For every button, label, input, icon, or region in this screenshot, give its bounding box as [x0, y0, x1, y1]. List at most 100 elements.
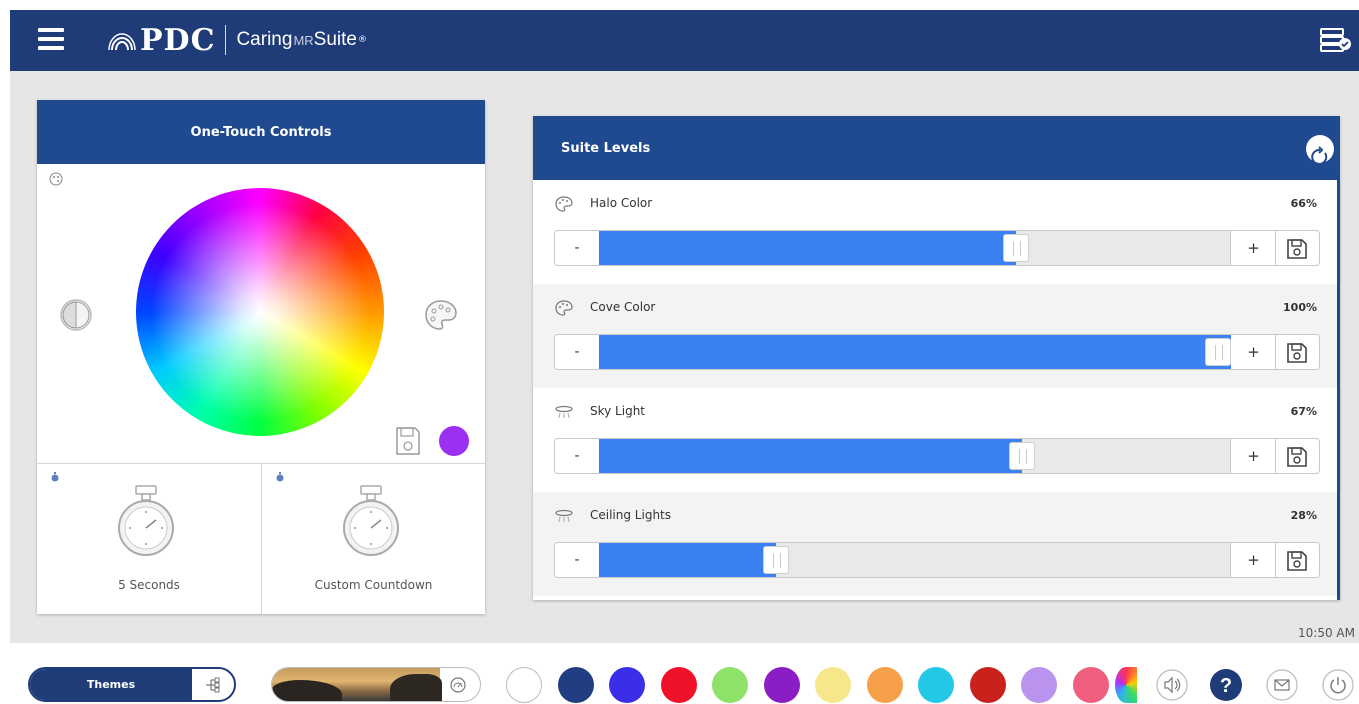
- save-icon[interactable]: [1285, 445, 1309, 469]
- tree-icon: [206, 677, 220, 693]
- slider-handle[interactable]: [1009, 442, 1035, 470]
- app-logo: PDC Caring MR Suite ®: [108, 20, 367, 60]
- power-icon[interactable]: [1322, 669, 1354, 701]
- stopwatch-icon: [118, 485, 174, 556]
- timer-section: 5 Seconds Custom Countdown: [37, 463, 485, 614]
- slider-track[interactable]: [599, 543, 1231, 577]
- svg-text:?: ?: [1220, 675, 1232, 697]
- color-swatch[interactable]: [558, 667, 594, 703]
- level-slider: - +: [554, 542, 1320, 578]
- rainbow-swatch[interactable]: [1115, 667, 1137, 703]
- logo-suite: Suite: [313, 29, 357, 50]
- level-slider: - +: [554, 334, 1320, 370]
- color-swatch[interactable]: [970, 667, 1006, 703]
- slider-fill: [599, 335, 1231, 369]
- pdc-logo-icon: [108, 33, 136, 51]
- color-swatch[interactable]: [506, 667, 542, 703]
- timer-5-seconds[interactable]: 5 Seconds: [37, 464, 261, 614]
- color-swatch[interactable]: [661, 667, 697, 703]
- level-row: Cove Color 100% - +: [533, 284, 1337, 388]
- color-wheel[interactable]: [136, 188, 384, 436]
- palette-icon[interactable]: [423, 298, 459, 332]
- menu-icon[interactable]: [38, 28, 64, 50]
- timer-small-icon: [51, 472, 59, 482]
- save-icon[interactable]: [1285, 341, 1309, 365]
- server-status-icon[interactable]: [1319, 26, 1353, 54]
- ceiling-light-icon: [555, 404, 573, 420]
- suite-levels-card: Suite Levels Halo Color 66% - + Cove Color 10…: [533, 116, 1340, 600]
- save-icon[interactable]: [1285, 237, 1309, 261]
- level-row: Sky Light 67% - +: [533, 388, 1337, 492]
- level-percent: 28%: [1290, 509, 1317, 522]
- app-header: PDC Caring MR Suite ®: [10, 10, 1359, 71]
- logo-mr: MR: [293, 32, 314, 48]
- decrease-button[interactable]: -: [555, 335, 599, 369]
- level-name: Cove Color: [590, 300, 656, 314]
- slider-fill: [599, 543, 776, 577]
- speaker-icon[interactable]: [1156, 669, 1188, 701]
- themes-button[interactable]: Themes: [28, 667, 236, 702]
- clock-time: 10:50 AM: [1298, 626, 1355, 640]
- logo-registered: ®: [357, 35, 367, 45]
- themes-label: Themes: [30, 669, 192, 700]
- decrease-button[interactable]: -: [555, 543, 599, 577]
- save-icon[interactable]: [395, 426, 421, 456]
- color-swatch[interactable]: [1021, 667, 1057, 703]
- logo-caring: Caring: [236, 29, 293, 50]
- refresh-icon: [1311, 146, 1328, 165]
- level-percent: 100%: [1283, 301, 1317, 314]
- color-swatch[interactable]: [712, 667, 748, 703]
- increase-button[interactable]: +: [1232, 439, 1276, 473]
- level-slider: - +: [554, 438, 1320, 474]
- color-swatch[interactable]: [815, 667, 851, 703]
- slider-handle[interactable]: [1205, 338, 1231, 366]
- level-name: Halo Color: [590, 196, 653, 210]
- timer-custom-countdown[interactable]: Custom Countdown: [261, 464, 485, 614]
- stopwatch-icon: [343, 485, 399, 556]
- slider-handle[interactable]: [763, 546, 789, 574]
- slider-track[interactable]: [599, 231, 1231, 265]
- slider-track[interactable]: [599, 439, 1231, 473]
- level-name: Sky Light: [590, 404, 646, 418]
- increase-button[interactable]: +: [1232, 543, 1276, 577]
- refresh-button[interactable]: [1306, 135, 1334, 165]
- increase-button[interactable]: +: [1232, 231, 1276, 265]
- level-name: Ceiling Lights: [590, 508, 671, 522]
- current-color-swatch[interactable]: [439, 426, 469, 456]
- one-touch-title: One-Touch Controls: [37, 100, 485, 164]
- suite-levels-title: Suite Levels: [561, 141, 651, 156]
- scene-thumbnail: [272, 668, 442, 701]
- color-swatch[interactable]: [867, 667, 903, 703]
- color-swatch[interactable]: [609, 667, 645, 703]
- contrast-icon[interactable]: [59, 298, 93, 332]
- timer-label: 5 Seconds: [118, 578, 180, 592]
- level-percent: 67%: [1290, 405, 1317, 418]
- level-percent: 66%: [1290, 197, 1317, 210]
- palette-icon: [49, 172, 63, 186]
- palette-icon: [555, 300, 573, 316]
- palette-icon: [555, 196, 573, 212]
- logo-divider: [225, 25, 227, 55]
- suite-levels-header: Suite Levels: [533, 116, 1340, 180]
- help-icon[interactable]: ?: [1210, 669, 1242, 701]
- ceiling-light-icon: [555, 508, 573, 524]
- gauge-icon: [450, 677, 466, 693]
- slider-fill: [599, 439, 1022, 473]
- slider-track[interactable]: [599, 335, 1231, 369]
- scene-selector[interactable]: [271, 667, 481, 702]
- mail-icon[interactable]: [1266, 669, 1298, 701]
- color-swatch[interactable]: [764, 667, 800, 703]
- logo-pdc: PDC: [140, 22, 216, 58]
- level-row: Ceiling Lights 28% - +: [533, 492, 1337, 596]
- color-swatch[interactable]: [918, 667, 954, 703]
- slider-handle[interactable]: [1003, 234, 1029, 262]
- save-icon[interactable]: [1285, 549, 1309, 573]
- color-swatch[interactable]: [1073, 667, 1109, 703]
- decrease-button[interactable]: -: [555, 439, 599, 473]
- level-slider: - +: [554, 230, 1320, 266]
- increase-button[interactable]: +: [1232, 335, 1276, 369]
- scrollbar[interactable]: [1337, 180, 1340, 600]
- decrease-button[interactable]: -: [555, 231, 599, 265]
- timer-small-icon: [276, 472, 284, 482]
- slider-fill: [599, 231, 1016, 265]
